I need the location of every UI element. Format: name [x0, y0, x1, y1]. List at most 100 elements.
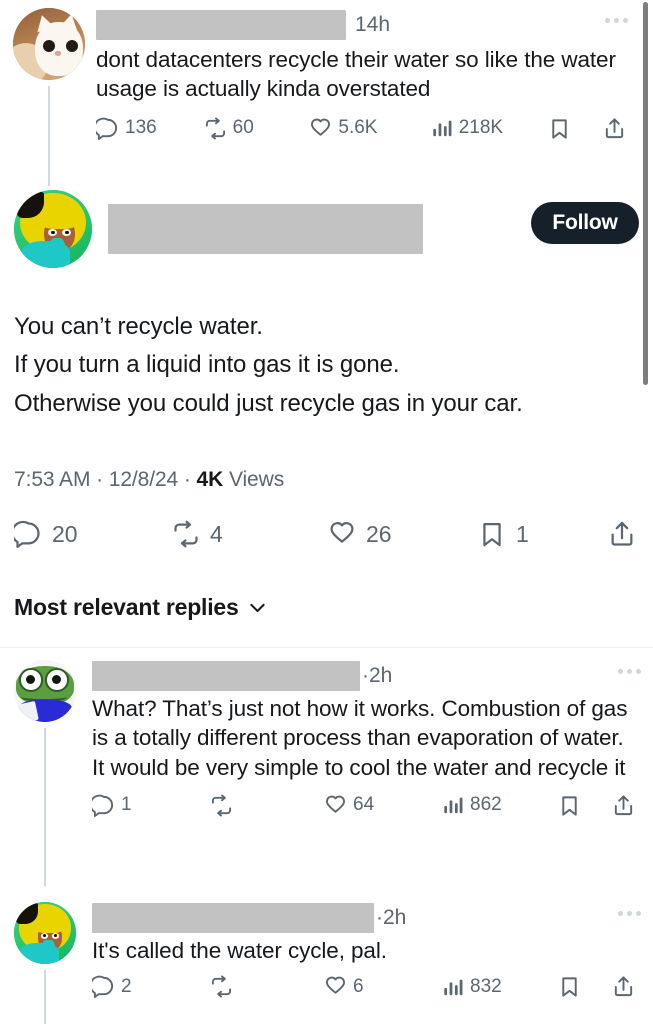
bookmark-icon: [552, 118, 567, 139]
heart-icon: [330, 522, 354, 543]
reply-icon: [14, 520, 40, 548]
share-button[interactable]: [608, 520, 636, 548]
like-count: 26: [366, 520, 392, 547]
share-icon: [614, 795, 633, 815]
scrollbar-track[interactable]: [643, 0, 651, 1024]
retweet-count: 4: [210, 520, 223, 547]
share-icon: [611, 521, 633, 546]
reply-action-bar: 2 6 832: [92, 975, 639, 999]
toon-avatar[interactable]: [14, 190, 92, 268]
more-options-icon[interactable]: [618, 911, 641, 916]
meta-separator: ·: [183, 468, 191, 491]
timestamp: 14h: [355, 13, 391, 36]
retweet-button[interactable]: 60: [204, 116, 310, 140]
retweet-button[interactable]: 4: [172, 520, 328, 548]
tweet-line: Otherwise you could just recycle gas in …: [14, 389, 523, 417]
section-divider: [0, 647, 653, 648]
analytics-icon: [433, 120, 452, 137]
author-name-redacted: [92, 661, 360, 691]
reply-count: 2: [121, 975, 132, 997]
tweet-meta-line: 7:53 AM · 12/8/24 · 4K Views: [14, 468, 284, 492]
share-button[interactable]: [603, 117, 626, 140]
bookmark-button[interactable]: [548, 117, 603, 140]
share-button[interactable]: [612, 794, 635, 817]
views-button[interactable]: 218K: [431, 117, 548, 139]
heart-icon: [325, 795, 346, 813]
reply-item[interactable]: ·2h It's called the water cycle, pal. 2: [0, 902, 653, 1024]
toon-avatar[interactable]: [14, 902, 76, 964]
reply-count: 1: [121, 794, 132, 816]
post-time: 7:53 AM: [14, 468, 91, 491]
reply-count: 136: [125, 117, 157, 138]
meta-separator: ·: [96, 468, 104, 491]
bookmark-button[interactable]: [558, 975, 612, 998]
bookmark-icon: [562, 977, 577, 997]
parent-action-bar: 136 60 5.6K 218K: [96, 116, 626, 140]
share-button[interactable]: [612, 975, 635, 998]
retweet-button[interactable]: [210, 975, 324, 998]
like-button[interactable]: 6: [324, 975, 442, 998]
reply-icon: [92, 794, 114, 817]
bookmark-count: 1: [516, 520, 529, 547]
views-label: Views: [228, 468, 285, 491]
views-count: 832: [470, 975, 502, 997]
author-name-redacted: [108, 204, 423, 254]
reply-button[interactable]: 136: [96, 117, 204, 140]
thread-connector-line: [44, 970, 46, 1024]
views-button[interactable]: 832: [442, 976, 558, 998]
retweet-count: 60: [232, 117, 254, 138]
most-relevant-replies-header[interactable]: Most relevant replies: [14, 594, 268, 621]
heart-icon: [325, 976, 346, 994]
focused-action-bar: 20 4 26 1: [14, 520, 636, 548]
retweet-icon: [211, 794, 232, 817]
bookmark-button[interactable]: 1: [478, 520, 600, 548]
reply-button[interactable]: 2: [92, 975, 210, 999]
cat-avatar[interactable]: [13, 8, 85, 80]
retweet-icon: [174, 520, 198, 548]
focused-tweet[interactable]: Follow You can’t recycle water. If you t…: [0, 190, 653, 548]
reply-button[interactable]: 20: [14, 520, 172, 548]
thread-connector-line: [48, 86, 50, 186]
like-count: 6: [353, 975, 364, 997]
thread-connector-line: [44, 728, 46, 886]
reply-item[interactable]: ·2h What? That’s just not how it works. …: [0, 660, 653, 886]
like-count: 64: [353, 794, 375, 816]
author-name-redacted: [96, 10, 346, 40]
parent-tweet[interactable]: 14h dont datacenters recycle their water…: [0, 0, 640, 186]
bookmark-icon: [483, 522, 501, 547]
bookmark-icon: [562, 796, 577, 816]
more-options-icon[interactable]: [605, 18, 628, 23]
views-count: 4K: [196, 468, 224, 491]
tweet-line: If you turn a liquid into gas it is gone…: [14, 351, 400, 379]
reply-button[interactable]: 1: [92, 794, 210, 817]
reply-icon: [92, 975, 114, 999]
views-count: 862: [470, 794, 502, 816]
heart-icon: [311, 118, 331, 136]
tweet-text: dont datacenters recycle their water so …: [96, 47, 616, 102]
retweet-icon: [211, 975, 232, 998]
focused-tweet-text: You can’t recycle water. If you turn a l…: [14, 308, 639, 423]
share-icon: [605, 117, 624, 138]
like-count: 5.6K: [338, 117, 378, 138]
tweet-line: You can’t recycle water.: [14, 313, 263, 340]
follow-button[interactable]: Follow: [531, 202, 639, 244]
like-button[interactable]: 26: [328, 520, 478, 548]
bookmark-button[interactable]: [558, 794, 612, 817]
like-button[interactable]: 5.6K: [309, 117, 430, 140]
share-icon: [614, 976, 633, 997]
pepe-avatar[interactable]: [14, 660, 76, 722]
views-button[interactable]: 862: [442, 794, 558, 816]
like-button[interactable]: 64: [324, 794, 442, 817]
section-label: Most relevant replies: [14, 594, 239, 620]
reply-text: It's called the water cycle, pal.: [92, 938, 387, 963]
retweet-icon: [205, 116, 225, 140]
timestamp: ·2h: [376, 906, 407, 929]
reply-action-bar: 1 64 862: [92, 794, 639, 817]
reply-count: 20: [52, 520, 78, 547]
reply-icon: [96, 117, 118, 140]
tweet-thread-screen: 14h dont datacenters recycle their water…: [0, 0, 653, 1024]
reply-text: What? That’s just not how it works. Comb…: [92, 696, 628, 780]
more-options-icon[interactable]: [618, 669, 641, 674]
chevron-down-icon: [249, 603, 265, 613]
retweet-button[interactable]: [210, 794, 324, 817]
